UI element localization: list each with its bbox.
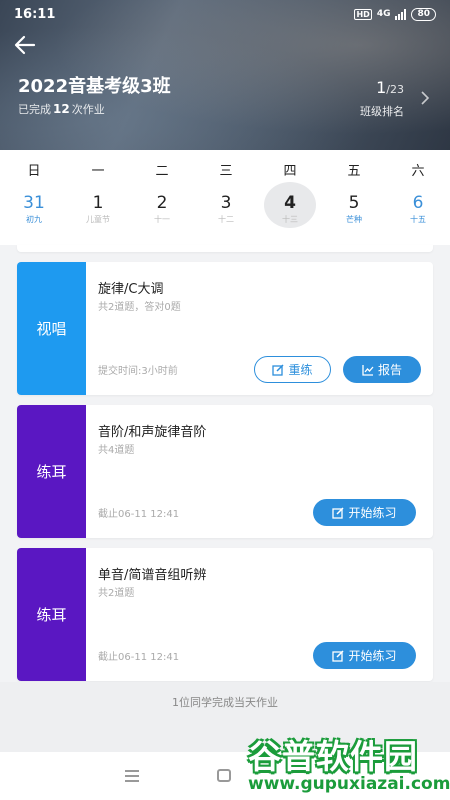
date-number: 2 (156, 193, 168, 213)
class-rank[interactable]: 1/23 班级排名 (360, 78, 404, 119)
card-info: 共2道题 (98, 588, 135, 599)
watermark-url: www.gupuxiazai.com (248, 774, 450, 794)
date-cell[interactable]: 3 十二 (196, 188, 256, 245)
card-footer: 截止06-11 12:41 (98, 652, 180, 663)
rank-total: /23 (386, 83, 404, 96)
status-time: 16:11 (14, 6, 56, 22)
card-title: 音阶/和声旋律音阶 (98, 425, 207, 440)
date-sub: 芒种 (346, 215, 362, 224)
weekday-label: 日 (27, 163, 41, 179)
weekday-label: 一 (91, 163, 105, 179)
date-row: 31 初九 1 儿童节 2 十一 3 十二 4 十三 5 芒种 6 十五 (0, 182, 450, 245)
redo-button[interactable]: 重练 (254, 356, 331, 383)
weekday-header: 日 一 二 三 四 五 六 (0, 150, 450, 188)
date-cell[interactable]: 1 儿童节 (68, 188, 128, 245)
completed-suffix: 次作业 (71, 103, 105, 116)
edit-icon (272, 363, 285, 376)
menu-icon[interactable] (125, 770, 139, 785)
date-sub: 十二 (218, 215, 234, 224)
rank-value: 1/23 (360, 78, 404, 97)
date-cell-selected[interactable]: 4 十三 (260, 182, 320, 245)
date-number: 1 (92, 193, 104, 213)
category-tag: 视唱 (17, 262, 86, 395)
date-sub: 十一 (154, 215, 170, 224)
watermark-brand: 谷普软件园 (248, 737, 418, 776)
weekday-label: 五 (347, 163, 361, 179)
rank-current: 1 (376, 78, 387, 97)
homework-card[interactable]: 练耳 单音/简谱音组听辨 共2道题 截止06-11 12:41 开始练习 (17, 548, 433, 681)
hd-icon: HD (354, 8, 372, 20)
network-label: 4G (376, 9, 391, 19)
completed-number: 12 (53, 102, 70, 116)
date-number: 6 (412, 193, 424, 213)
date-cell[interactable]: 6 十五 (388, 188, 448, 245)
chevron-right-icon[interactable] (420, 90, 430, 111)
back-arrow-icon (14, 35, 36, 55)
date-sub: 儿童节 (86, 215, 110, 224)
date-sub: 十五 (410, 215, 426, 224)
date-sub: 十三 (282, 215, 298, 224)
start-practice-label: 开始练习 (348, 649, 397, 663)
battery-icon: 80 (411, 7, 436, 21)
card-info: 共2道题，答对0题 (98, 302, 181, 313)
category-tag: 练耳 (17, 548, 86, 681)
report-label: 报告 (377, 363, 402, 377)
completed-prefix: 已完成 (18, 103, 51, 116)
homework-card[interactable]: 练耳 音阶/和声旋律音阶 共4道题 截止06-11 12:41 开始练习 (17, 405, 433, 538)
signal-icon (395, 8, 407, 20)
date-number: 4 (284, 193, 296, 213)
start-practice-button[interactable]: 开始练习 (313, 642, 416, 669)
date-cell[interactable]: 2 十一 (132, 188, 192, 245)
date-sub: 初九 (26, 215, 42, 224)
status-bar: 16:11 HD 4G 80 (0, 0, 450, 28)
card-partial (17, 245, 433, 252)
chart-icon (362, 364, 374, 376)
date-number: 31 (23, 193, 45, 213)
redo-label: 重练 (288, 363, 313, 377)
card-title: 单音/简谱音组听辨 (98, 568, 207, 583)
date-number: 5 (348, 193, 360, 213)
date-number: 3 (220, 193, 232, 213)
card-info: 共4道题 (98, 445, 135, 456)
card-title: 旋律/C大调 (98, 282, 164, 297)
edit-icon (332, 506, 345, 519)
class-title: 2022音基考级3班 (18, 76, 171, 97)
week-calendar: 日 一 二 三 四 五 六 31 初九 1 儿童节 2 十一 3 十二 4 十三… (0, 150, 450, 245)
edit-icon (332, 649, 345, 662)
weekday-label: 二 (155, 163, 169, 179)
weekday-label: 三 (219, 163, 233, 179)
completed-count: 已完成 12 次作业 (18, 101, 105, 117)
weekday-label: 六 (411, 163, 425, 179)
homework-card[interactable]: 视唱 旋律/C大调 共2道题，答对0题 提交时间:3小时前 重练 报告 (17, 262, 433, 395)
report-button[interactable]: 报告 (343, 356, 421, 383)
date-cell[interactable]: 31 初九 (4, 188, 64, 245)
category-tag: 练耳 (17, 405, 86, 538)
back-button[interactable] (14, 34, 44, 60)
weekday-label: 四 (283, 163, 297, 179)
card-footer: 截止06-11 12:41 (98, 509, 180, 520)
start-practice-button[interactable]: 开始练习 (313, 499, 416, 526)
date-cell[interactable]: 5 芒种 (324, 188, 384, 245)
watermark: 谷普软件园 www.gupuxiazai.com (248, 730, 450, 796)
class-header: 16:11 HD 4G 80 2022音基考级3班 已完成 12 次作业 1/23 … (0, 0, 450, 150)
status-icons: HD 4G 80 (354, 7, 436, 21)
rank-label: 班级排名 (360, 105, 404, 118)
home-icon[interactable] (217, 769, 231, 782)
card-footer: 提交时间:3小时前 (98, 366, 178, 377)
start-practice-label: 开始练习 (348, 506, 397, 520)
